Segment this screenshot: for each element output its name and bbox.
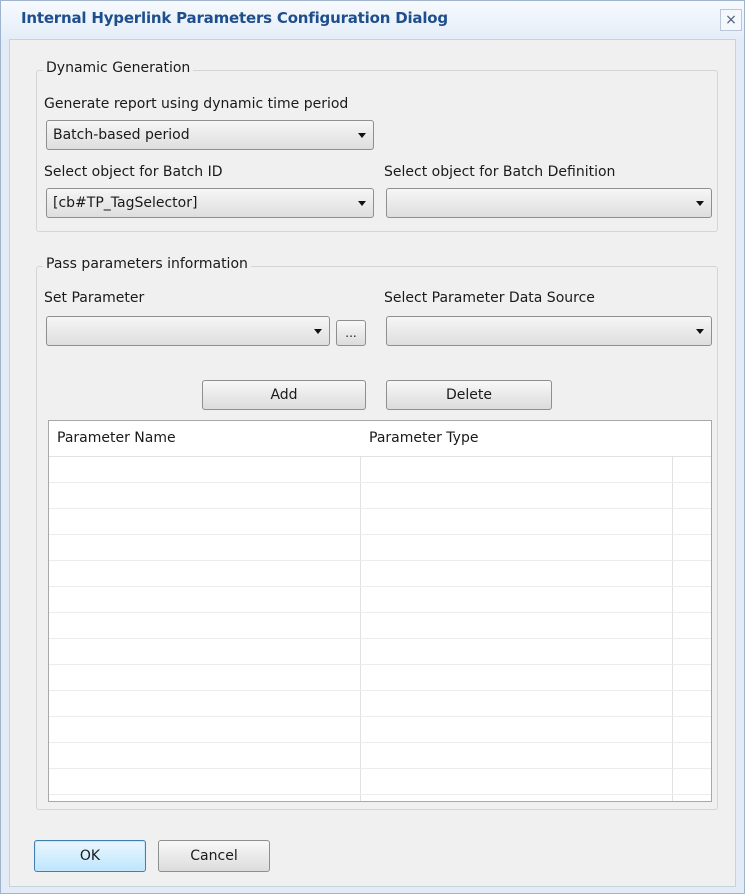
table-row bbox=[49, 457, 711, 483]
set-parameter-select[interactable] bbox=[46, 316, 330, 346]
parameters-table[interactable]: Parameter Name Parameter Type bbox=[48, 420, 712, 802]
title-bar[interactable]: Internal Hyperlink Parameters Configurat… bbox=[1, 1, 744, 39]
column-header-parameter-name[interactable]: Parameter Name bbox=[57, 430, 176, 446]
table-row bbox=[49, 535, 711, 561]
table-row bbox=[49, 561, 711, 587]
batch-id-select[interactable]: [cb#TP_TagSelector] bbox=[46, 188, 374, 218]
table-row bbox=[49, 509, 711, 535]
period-select-value: Batch-based period bbox=[53, 127, 190, 143]
chevron-down-icon bbox=[314, 329, 322, 334]
close-icon: × bbox=[725, 12, 737, 28]
chevron-down-icon bbox=[358, 133, 366, 138]
data-source-select[interactable] bbox=[386, 316, 712, 346]
add-button[interactable]: Add bbox=[202, 380, 366, 410]
table-row bbox=[49, 769, 711, 795]
dialog-window: Internal Hyperlink Parameters Configurat… bbox=[0, 0, 745, 894]
ok-button[interactable]: OK bbox=[34, 840, 146, 872]
table-row bbox=[49, 717, 711, 743]
batch-def-select[interactable] bbox=[386, 188, 712, 218]
period-select[interactable]: Batch-based period bbox=[46, 120, 374, 150]
period-label: Generate report using dynamic time perio… bbox=[44, 96, 349, 112]
close-button[interactable]: × bbox=[720, 9, 742, 31]
browse-button[interactable]: ... bbox=[336, 320, 366, 346]
batch-id-label: Select object for Batch ID bbox=[44, 164, 223, 180]
table-header: Parameter Name Parameter Type bbox=[49, 421, 711, 457]
chevron-down-icon bbox=[358, 201, 366, 206]
delete-button[interactable]: Delete bbox=[386, 380, 552, 410]
table-row bbox=[49, 691, 711, 717]
data-source-label: Select Parameter Data Source bbox=[384, 290, 595, 306]
column-header-parameter-type[interactable]: Parameter Type bbox=[369, 430, 478, 446]
table-row bbox=[49, 483, 711, 509]
chevron-down-icon bbox=[696, 201, 704, 206]
table-row bbox=[49, 665, 711, 691]
chevron-down-icon bbox=[696, 329, 704, 334]
batch-id-select-value: [cb#TP_TagSelector] bbox=[53, 195, 198, 211]
table-row bbox=[49, 743, 711, 769]
cancel-button[interactable]: Cancel bbox=[158, 840, 270, 872]
dynamic-generation-title: Dynamic Generation bbox=[43, 60, 194, 76]
table-row bbox=[49, 639, 711, 665]
set-parameter-label: Set Parameter bbox=[44, 290, 145, 306]
pass-parameters-title: Pass parameters information bbox=[43, 256, 251, 272]
dialog-client-area: Dynamic Generation Generate report using… bbox=[9, 39, 736, 887]
table-row bbox=[49, 587, 711, 613]
batch-def-label: Select object for Batch Definition bbox=[384, 164, 616, 180]
dialog-title: Internal Hyperlink Parameters Configurat… bbox=[21, 9, 448, 27]
table-row bbox=[49, 613, 711, 639]
